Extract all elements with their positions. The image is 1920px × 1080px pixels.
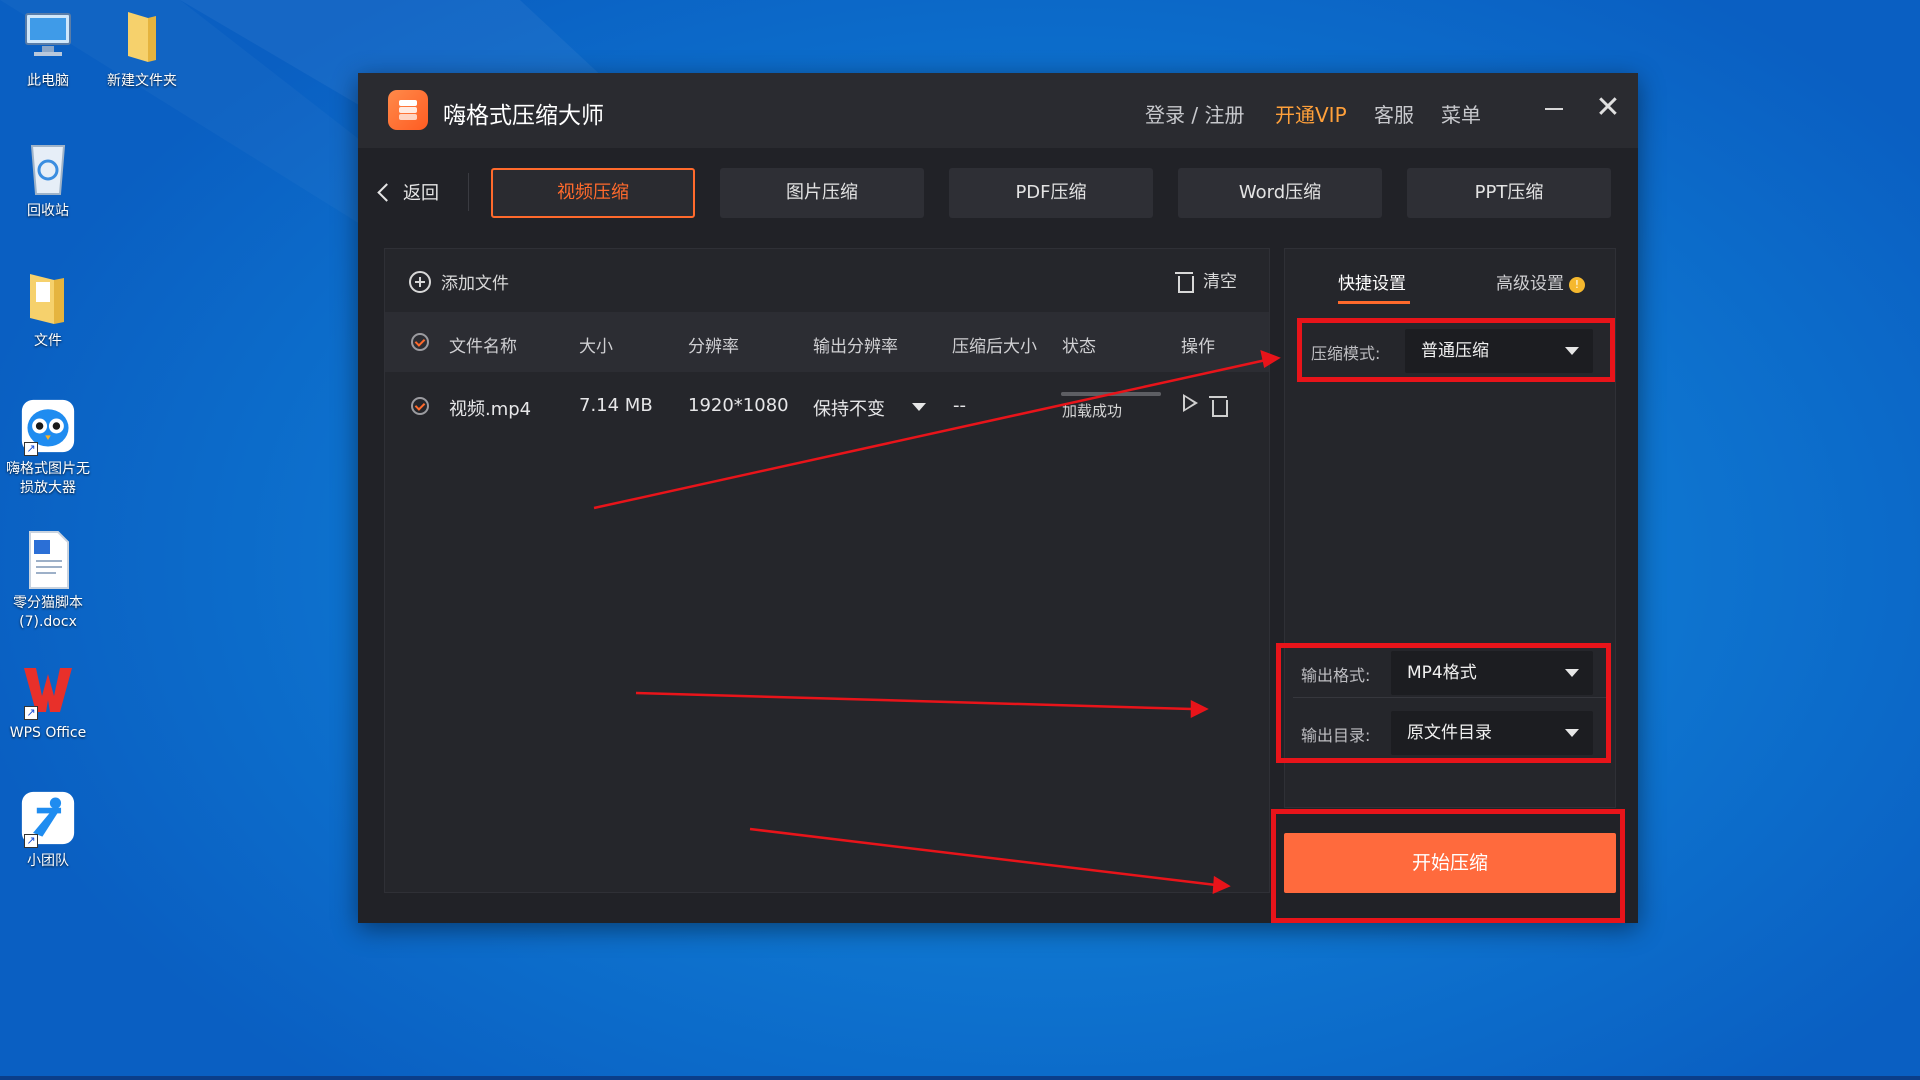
computer-icon	[20, 8, 76, 68]
desktop-icon-label: 小团队	[27, 853, 69, 869]
compress-mode-value: 普通压缩	[1421, 341, 1489, 361]
output-directory-select[interactable]: 原文件目录	[1391, 711, 1593, 755]
desktop-icon-team[interactable]: ↗ 小团队	[0, 788, 96, 871]
taskbar-edge	[0, 1076, 1920, 1080]
app-title: 嗨格式压缩大师	[443, 103, 604, 129]
login-register-link[interactable]: 登录 / 注册	[1145, 99, 1244, 128]
select-all-checkbox[interactable]	[411, 333, 429, 351]
team-app-icon: ↗	[20, 788, 76, 848]
output-directory-value: 原文件目录	[1407, 723, 1492, 743]
app-logo-icon	[388, 90, 428, 130]
desktop-icon-label: 嗨格式图片无损放大器	[6, 461, 90, 496]
file-list-panel: 添加文件 清空 文件名称 大小 分辨率 输出分辨率 压缩后大小 状态 操作 视频…	[384, 248, 1270, 893]
shortcut-arrow-icon: ↗	[24, 706, 38, 720]
column-header-actions: 操作	[1181, 337, 1215, 357]
folder-icon	[20, 268, 76, 328]
minimize-icon[interactable]	[1538, 91, 1568, 127]
title-bar: 嗨格式压缩大师 登录 / 注册 开通VIP 客服 菜单 ✕	[358, 73, 1638, 148]
load-progress-fill	[1061, 392, 1161, 396]
customer-service-link[interactable]: 客服	[1374, 99, 1414, 128]
desktop-icon-new-folder[interactable]: 新建文件夹	[94, 8, 190, 91]
output-resolution-select[interactable]: 保持不变	[813, 395, 885, 421]
plus-circle-icon	[409, 270, 431, 293]
desktop-icon-label: 新建文件夹	[107, 73, 177, 89]
advanced-settings-label: 高级设置	[1496, 274, 1564, 294]
desktop-icon-wps[interactable]: ↗ WPS Office	[0, 660, 96, 743]
clear-button[interactable]: 清空	[1175, 267, 1237, 293]
recycle-bin-icon	[20, 138, 76, 198]
chevron-down-icon[interactable]	[912, 403, 926, 411]
tab-advanced-settings[interactable]: 高级设置!	[1496, 269, 1585, 294]
tab-word-compress[interactable]: Word压缩	[1178, 168, 1382, 218]
tab-ppt-compress[interactable]: PPT压缩	[1407, 168, 1611, 218]
app-window: 嗨格式压缩大师 登录 / 注册 开通VIP 客服 菜单 ✕ 返回 视频压缩 图片…	[358, 73, 1638, 923]
desktop-icon-label: 零分猫脚本(7).docx	[13, 595, 83, 630]
file-name: 视频.mp4	[449, 399, 532, 420]
output-directory-row: 输出目录: 原文件目录	[1285, 705, 1617, 761]
menu-link[interactable]: 菜单	[1441, 99, 1481, 128]
trash-icon	[1175, 269, 1194, 293]
output-format-label: 输出格式:	[1301, 666, 1371, 685]
desktop-icon-label: 文件	[34, 333, 62, 349]
add-file-button[interactable]: 添加文件	[409, 269, 509, 294]
close-icon[interactable]: ✕	[1591, 89, 1625, 127]
file-size: 7.14 MB	[579, 395, 653, 416]
column-header-output-resolution: 输出分辨率	[813, 337, 898, 357]
compress-mode-row: 压缩模式: 普通压缩	[1285, 323, 1617, 379]
clear-label: 清空	[1203, 272, 1237, 292]
folder-icon	[114, 8, 170, 68]
tab-pdf-compress[interactable]: PDF压缩	[949, 168, 1153, 218]
row-checkbox[interactable]	[411, 397, 429, 415]
desktop-icon-label: 回收站	[27, 203, 69, 219]
owl-app-icon: ↗	[20, 396, 76, 456]
chevron-down-icon	[1565, 729, 1579, 737]
open-vip-link[interactable]: 开通VIP	[1275, 99, 1347, 128]
column-header-size: 大小	[579, 337, 613, 357]
column-header-filename: 文件名称	[449, 337, 517, 357]
load-progress-bar	[1061, 392, 1161, 396]
shortcut-arrow-icon: ↗	[24, 442, 38, 456]
column-header-compressed-size: 压缩后大小	[952, 337, 1037, 357]
output-directory-label: 输出目录:	[1301, 726, 1371, 745]
start-compress-button[interactable]: 开始压缩	[1284, 833, 1616, 893]
desktop-icon-image-upscaler[interactable]: ↗ 嗨格式图片无损放大器	[0, 396, 96, 498]
output-format-value: MP4格式	[1407, 663, 1477, 683]
desktop-icon-files[interactable]: 文件	[0, 268, 96, 351]
tab-image-compress[interactable]: 图片压缩	[720, 168, 924, 218]
wps-icon: ↗	[20, 660, 76, 720]
active-tab-indicator	[1338, 301, 1410, 304]
desktop-icon-recycle-bin[interactable]: 回收站	[0, 138, 96, 221]
tab-video-compress[interactable]: 视频压缩	[491, 168, 695, 218]
add-file-label: 添加文件	[441, 274, 509, 294]
output-resolution-value: 保持不变	[813, 399, 885, 420]
column-header-status: 状态	[1062, 337, 1096, 357]
settings-panel: 快捷设置 高级设置! 压缩模式: 普通压缩 输出格式: MP4格式 输出目录: …	[1284, 248, 1616, 808]
chevron-left-icon	[377, 182, 396, 202]
shortcut-arrow-icon: ↗	[24, 834, 38, 848]
tab-quick-settings[interactable]: 快捷设置	[1338, 269, 1406, 294]
divider	[468, 173, 469, 211]
desktop-icon-this-pc[interactable]: 此电脑	[0, 8, 96, 91]
table-header: 文件名称 大小 分辨率 输出分辨率 压缩后大小 状态 操作	[385, 312, 1269, 372]
delete-row-trash-icon[interactable]	[1209, 393, 1228, 417]
status-text: 加载成功	[1062, 402, 1123, 420]
column-header-resolution: 分辨率	[688, 337, 739, 357]
info-badge-icon: !	[1569, 277, 1585, 293]
output-format-select[interactable]: MP4格式	[1391, 651, 1593, 695]
compress-mode-select[interactable]: 普通压缩	[1405, 329, 1593, 373]
output-format-row: 输出格式: MP4格式	[1285, 645, 1617, 701]
chevron-down-icon	[1565, 347, 1579, 355]
desktop-icon-docx[interactable]: 零分猫脚本(7).docx	[0, 530, 96, 632]
play-icon[interactable]	[1183, 394, 1198, 412]
desktop-icon-label: WPS Office	[9, 725, 87, 741]
compressed-size: --	[953, 395, 966, 416]
file-resolution: 1920*1080	[688, 395, 789, 416]
back-button[interactable]: 返回	[377, 177, 439, 207]
desktop-icon-label: 此电脑	[27, 73, 69, 89]
back-label: 返回	[403, 183, 439, 204]
word-doc-icon	[20, 530, 76, 590]
compress-mode-label: 压缩模式:	[1311, 344, 1381, 363]
chevron-down-icon	[1565, 669, 1579, 677]
